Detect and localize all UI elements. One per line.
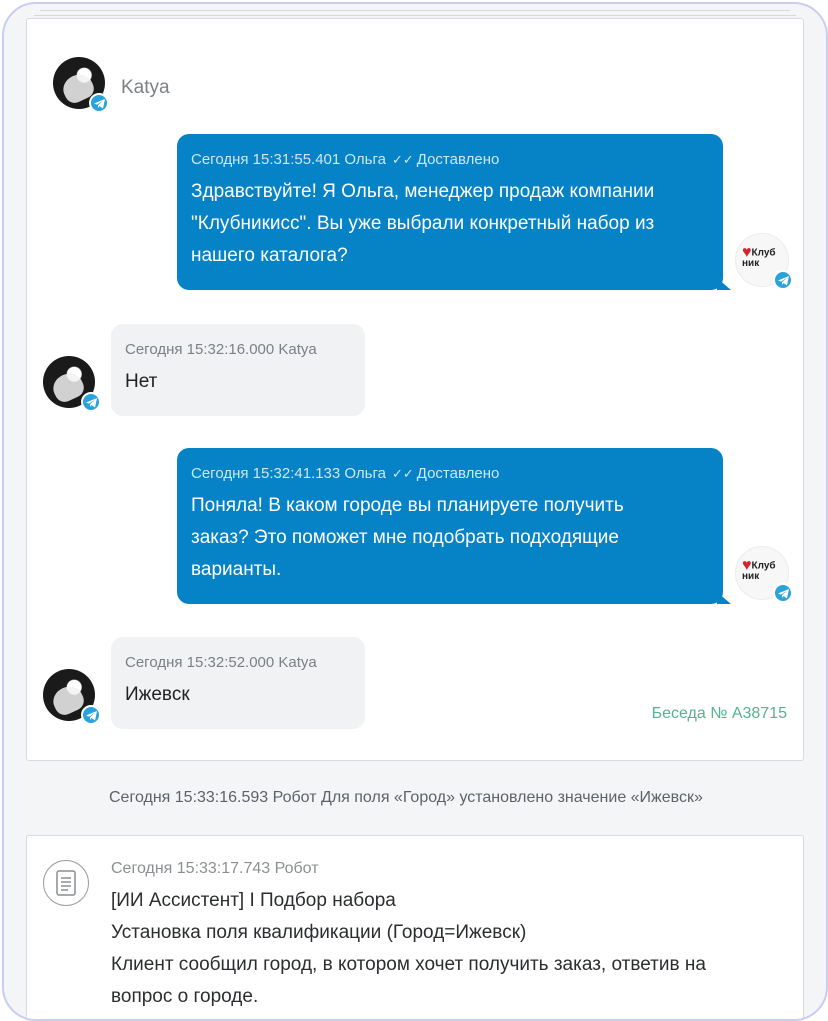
message-incoming[interactable]: Сегодня 15:32:16.000 Katya Нет xyxy=(111,324,365,416)
robot-note-card: Сегодня 15:33:17.743 Робот [ИИ Ассистент… xyxy=(26,835,804,1019)
telegram-icon xyxy=(773,583,793,603)
stacked-card-edge xyxy=(34,15,796,16)
message-timestamp-author: Сегодня 15:32:41.133 Ольга xyxy=(191,465,386,482)
delivery-status: Доставлено xyxy=(416,465,500,482)
message-outgoing[interactable]: Сегодня 15:31:55.401 Ольга ✓✓ Доставлено З… xyxy=(177,134,731,290)
telegram-icon xyxy=(89,93,109,113)
double-check-icon: ✓✓ xyxy=(391,152,414,167)
message-line: нашего каталога? xyxy=(191,245,348,266)
message-outgoing[interactable]: Сегодня 15:32:41.133 Ольга ✓✓ Доставлено П… xyxy=(177,448,731,604)
bubble-tail xyxy=(717,278,731,290)
contact-name: Katya xyxy=(121,77,170,98)
telegram-icon xyxy=(81,705,101,725)
bubble-tail xyxy=(717,592,731,604)
chat-card: Katya Сегодня 15:31:55.401 Ольга ✓✓ Достав… xyxy=(26,18,804,761)
brand-logo: ♥Клуб ник xyxy=(742,244,776,269)
message-text: Ижевск xyxy=(125,679,351,711)
message-text: Нет xyxy=(125,366,351,398)
message-timestamp-author: Сегодня 15:32:52.000 Katya xyxy=(125,654,317,671)
note-line: [ИИ Ассистент] I Подбор набора xyxy=(111,890,396,911)
message-meta: Сегодня 15:31:55.401 Ольга ✓✓ Доставлено xyxy=(191,150,709,170)
app-frame: Katya Сегодня 15:31:55.401 Ольга ✓✓ Достав… xyxy=(2,2,828,1021)
message-line: Здравствуйте! Я Ольга, менеджер продаж к… xyxy=(191,181,655,202)
message-line: заказ? Это поможет мне подобрать подходя… xyxy=(191,527,619,548)
message-line: Нет xyxy=(125,371,158,392)
note-meta: Сегодня 15:33:17.743 Робот xyxy=(111,860,319,877)
stacked-card-edge xyxy=(40,10,790,11)
message-text: Здравствуйте! Я Ольга, менеджер продаж к… xyxy=(191,176,709,272)
message-incoming[interactable]: Сегодня 15:32:52.000 Katya Ижевск xyxy=(111,637,365,729)
message-line: "Клубникисс". Вы уже выбрали конкретный … xyxy=(191,213,655,234)
conversation-link[interactable]: Беседа № А38715 xyxy=(652,705,787,723)
message-line: варианты. xyxy=(191,559,282,580)
message-line: Ижевск xyxy=(125,684,190,705)
message-timestamp-author: Сегодня 15:32:16.000 Katya xyxy=(125,341,317,358)
message-line: Поняла! В каком городе вы планируете пол… xyxy=(191,495,624,516)
note-line: Клиент сообщил город, в котором хочет по… xyxy=(111,954,706,975)
telegram-icon xyxy=(81,392,101,412)
note-line: вопрос о городе. xyxy=(111,986,259,1007)
brand-logo: ♥Клуб ник xyxy=(742,557,776,582)
message-text: Поняла! В каком городе вы планируете пол… xyxy=(191,490,709,586)
telegram-icon xyxy=(773,270,793,290)
delivery-status: Доставлено xyxy=(416,151,500,168)
document-icon xyxy=(43,860,89,906)
double-check-icon: ✓✓ xyxy=(391,466,414,481)
message-timestamp-author: Сегодня 15:31:55.401 Ольга xyxy=(191,151,386,168)
note-line: Установка поля квалификации (Город=Ижевс… xyxy=(111,922,527,943)
message-meta: Сегодня 15:32:41.133 Ольга ✓✓ Доставлено xyxy=(191,464,709,484)
system-event: Сегодня 15:33:16.593 Робот Для поля «Гор… xyxy=(109,789,703,806)
